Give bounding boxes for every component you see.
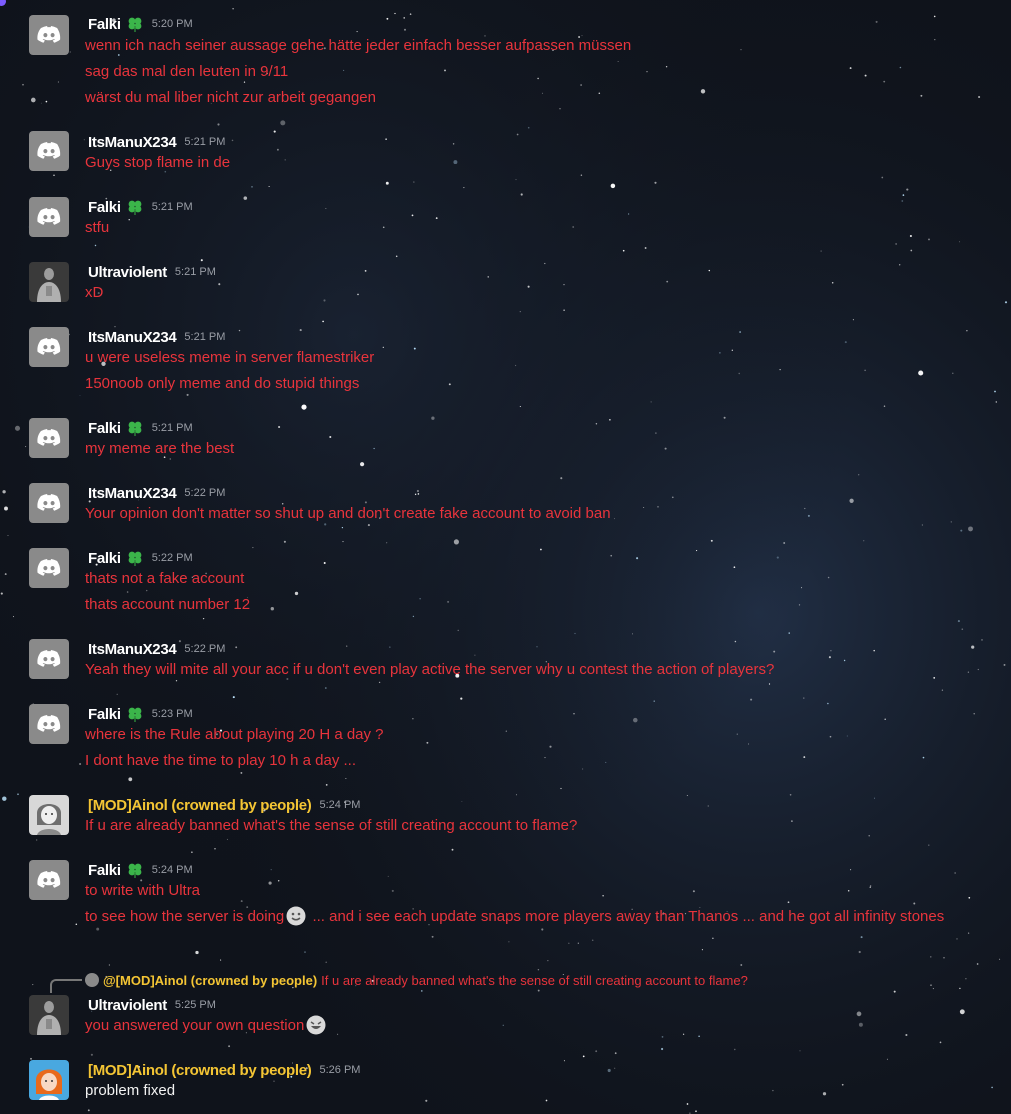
reply-preview[interactable]: @[MOD]Ainol (crowned by people) If u are… (85, 971, 748, 989)
discord-logo-icon[interactable] (29, 131, 69, 171)
message-text: to see how the server is doing ... and i… (85, 906, 995, 928)
discord-logo-icon[interactable] (29, 860, 69, 900)
message-header: Falki 5:21 PM (88, 418, 193, 438)
green-clover-badge-icon (126, 198, 144, 216)
username[interactable]: Ultraviolent (88, 997, 167, 1014)
username[interactable]: Falki (88, 420, 121, 437)
message-text: xD (85, 284, 104, 301)
message-header: ItsManuX234 5:22 PM (88, 483, 225, 503)
message-header: ItsManuX234 5:22 PM (88, 639, 225, 659)
message-text: wenn ich nach seiner aussage gehe hätte … (85, 37, 632, 54)
timestamp: 5:26 PM (319, 1064, 361, 1076)
discord-logo-icon[interactable] (29, 704, 69, 744)
username[interactable]: Ultraviolent (88, 264, 167, 281)
chat-message-list[interactable]: Falki 5:20 PM wenn ich nach seiner aussa… (0, 0, 1011, 1114)
message-header: Falki 5:24 PM (88, 860, 193, 880)
username[interactable]: Falki (88, 16, 121, 33)
timestamp: 5:22 PM (184, 643, 226, 655)
discord-logo-icon[interactable] (29, 327, 69, 367)
discord-logo-icon[interactable] (29, 15, 69, 55)
username[interactable]: ItsManuX234 (88, 329, 177, 346)
user-drawing-avatar[interactable] (29, 795, 69, 835)
message-text: Guys stop flame in de (85, 154, 231, 171)
message-text-part: to see how the server is doing (85, 908, 285, 925)
message-header: Falki 5:23 PM (88, 704, 193, 724)
message-text: I dont have the time to play 10 h a day … (85, 752, 357, 769)
timestamp: 5:21 PM (184, 331, 226, 343)
username[interactable]: Falki (88, 862, 121, 879)
discord-logo-icon[interactable] (29, 639, 69, 679)
message-header: Falki 5:20 PM (88, 14, 193, 34)
reply-connector (50, 979, 82, 993)
slight-smile-emoji-icon (286, 906, 306, 926)
message-text: sag das mal den leuten in 9/11 (85, 63, 289, 80)
username[interactable]: ItsManuX234 (88, 485, 177, 502)
reply-text: If u are already banned what's the sense… (321, 972, 748, 988)
timestamp: 5:21 PM (151, 422, 193, 434)
timestamp: 5:21 PM (174, 266, 216, 278)
message-header: Falki 5:22 PM (88, 548, 193, 568)
message-header: Ultraviolent 5:21 PM (88, 262, 216, 282)
message-text: Your opinion don't matter so shut up and… (85, 505, 611, 522)
message-text: problem fixed (85, 1082, 176, 1099)
timestamp: 5:24 PM (151, 864, 193, 876)
username[interactable]: ItsManuX234 (88, 641, 177, 658)
message-header: ItsManuX234 5:21 PM (88, 132, 225, 152)
message-header: ItsManuX234 5:21 PM (88, 327, 225, 347)
timestamp: 5:22 PM (151, 552, 193, 564)
timestamp: 5:24 PM (319, 799, 361, 811)
message-text: wärst du mal liber nicht zur arbeit gega… (85, 89, 376, 106)
message-header: [MOD]Ainol (crowned by people) 5:26 PM (88, 1060, 360, 1080)
message-text: 150noob only meme and do stupid things (85, 375, 360, 392)
username[interactable]: Falki (88, 199, 121, 216)
message-text: thats account number 12 (85, 596, 251, 613)
message-text: Yeah they will mite all your acc if u do… (85, 661, 775, 678)
username[interactable]: [MOD]Ainol (crowned by people) (88, 1062, 312, 1079)
message-text-part: ... and i see each update snaps more pla… (308, 908, 945, 925)
discord-logo-icon[interactable] (29, 483, 69, 523)
message-header: Ultraviolent 5:25 PM (88, 995, 216, 1015)
username[interactable]: Falki (88, 706, 121, 723)
green-clover-badge-icon (126, 705, 144, 723)
message-text: my meme are the best (85, 440, 235, 457)
message-text: you answered your own question (85, 1015, 328, 1036)
timestamp: 5:21 PM (184, 136, 226, 148)
green-clover-badge-icon (126, 549, 144, 567)
message-text: u were useless meme in server flamestrik… (85, 349, 375, 366)
timestamp: 5:21 PM (151, 201, 193, 213)
user-photo-avatar[interactable] (29, 995, 69, 1035)
discord-logo-icon[interactable] (29, 197, 69, 237)
timestamp: 5:25 PM (174, 999, 216, 1011)
reply-author[interactable]: @[MOD]Ainol (crowned by people) (103, 973, 317, 988)
message-text: If u are already banned what's the sense… (85, 817, 578, 834)
message-text-part: you answered your own question (85, 1017, 305, 1034)
rofl-emoji-icon (306, 1015, 326, 1035)
timestamp: 5:20 PM (151, 18, 193, 30)
message-text: to write with Ultra (85, 882, 201, 899)
discord-logo-icon[interactable] (29, 418, 69, 458)
message-text: where is the Rule about playing 20 H a d… (85, 726, 384, 743)
discord-logo-icon[interactable] (29, 548, 69, 588)
username[interactable]: [MOD]Ainol (crowned by people) (88, 797, 312, 814)
green-clover-badge-icon (126, 861, 144, 879)
timestamp: 5:23 PM (151, 708, 193, 720)
timestamp: 5:22 PM (184, 487, 226, 499)
green-clover-badge-icon (126, 419, 144, 437)
message-text: thats not a fake account (85, 570, 245, 587)
username[interactable]: ItsManuX234 (88, 134, 177, 151)
green-clover-badge-icon (126, 15, 144, 33)
window-corner-indicator (0, 0, 6, 6)
user-photo-avatar[interactable] (29, 262, 69, 302)
username[interactable]: Falki (88, 550, 121, 567)
message-text: stfu (85, 219, 110, 236)
user-drawing-avatar[interactable] (29, 1060, 69, 1100)
message-header: [MOD]Ainol (crowned by people) 5:24 PM (88, 795, 360, 815)
message-header: Falki 5:21 PM (88, 197, 193, 217)
reply-avatar (85, 973, 99, 987)
